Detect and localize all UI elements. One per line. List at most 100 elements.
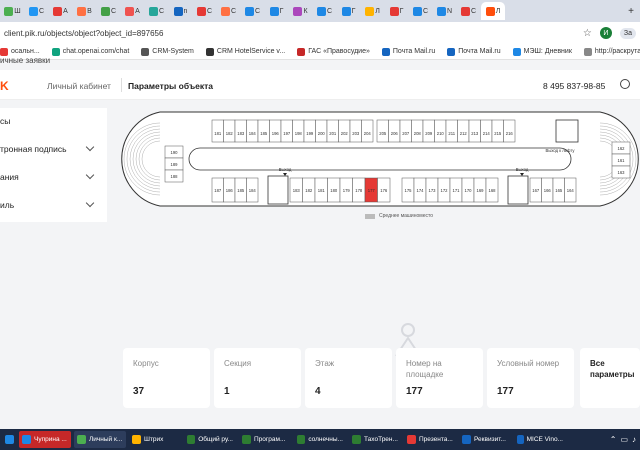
tab-label: С	[470, 7, 477, 15]
taskbar-item[interactable]: Програм...	[239, 431, 291, 448]
bookmark-label: Почта Mail.ru	[392, 48, 436, 55]
card-label: Номер на площадке	[406, 359, 444, 379]
bookmark-favicon-icon	[141, 47, 150, 56]
taskbar-app-icon	[462, 435, 471, 444]
tab-favicon-icon	[293, 6, 303, 16]
bookmark-star-icon[interactable]: ☆	[583, 28, 592, 39]
spot-label: 169	[477, 188, 485, 193]
taskbar-label: солнечны...	[308, 436, 343, 443]
start-icon[interactable]	[3, 431, 16, 448]
taskbar-label: MICE Vino...	[526, 436, 563, 443]
bookmark-item[interactable]: Почта Mail.ru	[381, 47, 436, 56]
spot-label: 175	[405, 188, 413, 193]
spot-label: 177	[368, 188, 376, 193]
bookmark-item[interactable]: CRM HotelService v...	[205, 47, 285, 56]
card-value: 177	[406, 386, 423, 397]
taskbar-item[interactable]: Презента...	[404, 431, 456, 448]
bookmark-item[interactable]: http://раскрутатех...	[583, 47, 640, 56]
bookmark-item[interactable]: осальн...	[0, 47, 40, 56]
tab-favicon-icon	[485, 6, 495, 16]
tab-favicon-icon	[100, 6, 110, 16]
taskbar-app-icon	[22, 435, 31, 444]
browser-tab[interactable]: С	[97, 2, 120, 20]
bookmark-label: http://раскрутатех...	[594, 48, 640, 55]
spot-label: 190	[171, 150, 179, 155]
bookmark-item[interactable]: ГАС «Правосудие»	[297, 47, 370, 56]
tray-volume-icon[interactable]: ♪	[632, 435, 636, 444]
browser-tab[interactable]: К	[289, 2, 312, 20]
bookmark-item[interactable]: МЭШ: Дневник	[512, 47, 572, 56]
bookmark-label: МЭШ: Дневник	[523, 48, 572, 55]
tray-network-icon[interactable]: ▭	[620, 435, 628, 444]
menu-item[interactable]: ания	[0, 168, 107, 186]
browser-tab[interactable]: В	[73, 2, 96, 20]
taskbar-label: Чуприна ...	[34, 436, 67, 443]
tab-favicon-icon	[244, 6, 254, 16]
browser-tab[interactable]: Г	[337, 2, 360, 20]
spot-label: 165	[555, 188, 563, 193]
spot-label: 181	[214, 131, 222, 136]
spot-label: 203	[352, 131, 360, 136]
spot-label: 180	[330, 188, 338, 193]
browser-tab[interactable]: N	[433, 2, 456, 20]
taskbar-item[interactable]: Реквизит...	[459, 431, 511, 448]
tab-label: Г	[399, 7, 404, 15]
tab-favicon-icon	[196, 6, 206, 16]
bookmark-item[interactable]: chat.openai.com/chat	[51, 47, 129, 56]
taskbar-item[interactable]: Чуприна ...	[19, 431, 71, 448]
menu-circle-icon[interactable]	[620, 79, 630, 89]
browser-tab[interactable]: Г	[385, 2, 408, 20]
spot-label: 201	[329, 131, 337, 136]
cutoff-text: ичные заявки	[0, 56, 51, 65]
browser-tab[interactable]: С	[145, 2, 168, 20]
phone-number[interactable]: 8 495 837-98-85	[543, 81, 605, 91]
url-field[interactable]: client.pik.ru/objects/object?object_id=8…	[4, 29, 163, 38]
browser-tab[interactable]: С	[193, 2, 216, 20]
browser-tab[interactable]: С	[25, 2, 48, 20]
bookmark-item[interactable]: CRM-System	[141, 47, 194, 56]
new-tab-button[interactable]: +	[628, 6, 634, 17]
browser-tab[interactable]: С	[217, 2, 240, 20]
tab-label: Ш	[14, 7, 21, 15]
taskbar-item[interactable]: Штрих	[129, 431, 181, 448]
tab-label: С	[206, 7, 213, 15]
browser-tab[interactable]: Л	[481, 2, 505, 20]
spot-label: 174	[417, 188, 425, 193]
spot-label: 205	[379, 131, 387, 136]
browser-tab[interactable]: С	[457, 2, 480, 20]
browser-tab[interactable]: С	[409, 2, 432, 20]
spot-label: 170	[465, 188, 473, 193]
browser-tab[interactable]: А	[49, 2, 72, 20]
menu-item[interactable]: сы	[0, 112, 107, 130]
logo-icon[interactable]: K	[0, 79, 9, 93]
browser-tab[interactable]: n	[169, 2, 192, 20]
floor-plan-svg: 181 182 183 184 185 196 197 198 199 200 201 202 203 2…	[121, 111, 639, 207]
taskbar-item[interactable]: солнечны...	[294, 431, 346, 448]
legend-label: Среднее машиноместо	[379, 213, 433, 219]
spot-label: 211	[448, 131, 455, 136]
profile-avatar[interactable]: И	[599, 27, 612, 39]
params-card[interactable]: Все параметры	[580, 348, 640, 408]
taskbar-item[interactable]: MICE Vino...	[514, 431, 566, 448]
params-label: Все параметры	[590, 359, 635, 379]
taskbar-item[interactable]: Общий ру...	[184, 431, 236, 448]
browser-tab[interactable]: Л	[361, 2, 384, 20]
browser-tab[interactable]: Г	[265, 2, 288, 20]
stairs-block	[507, 175, 529, 205]
menu-item[interactable]: тронная подпись	[0, 140, 107, 158]
browser-tab[interactable]: С	[241, 2, 264, 20]
tray-up-icon[interactable]: ⌃	[610, 435, 617, 444]
taskbar-item[interactable]: ТахоТрен...	[349, 431, 401, 448]
bookmark-item[interactable]: Почта Mail.ru	[447, 47, 501, 56]
taskbar-app-icon	[132, 435, 141, 444]
tab-label: С	[38, 7, 45, 15]
menu-item[interactable]: иль	[0, 196, 107, 214]
browser-tab[interactable]: Ш	[1, 2, 24, 20]
card-value: 1	[224, 386, 230, 397]
browser-tab[interactable]: А	[121, 2, 144, 20]
spot-label: 198	[295, 131, 303, 136]
taskbar-item[interactable]: Личный к...	[74, 431, 126, 448]
close-label[interactable]: За	[619, 27, 636, 39]
cabinet-link[interactable]: Личный кабинет	[47, 81, 111, 91]
browser-tab[interactable]: С	[313, 2, 336, 20]
